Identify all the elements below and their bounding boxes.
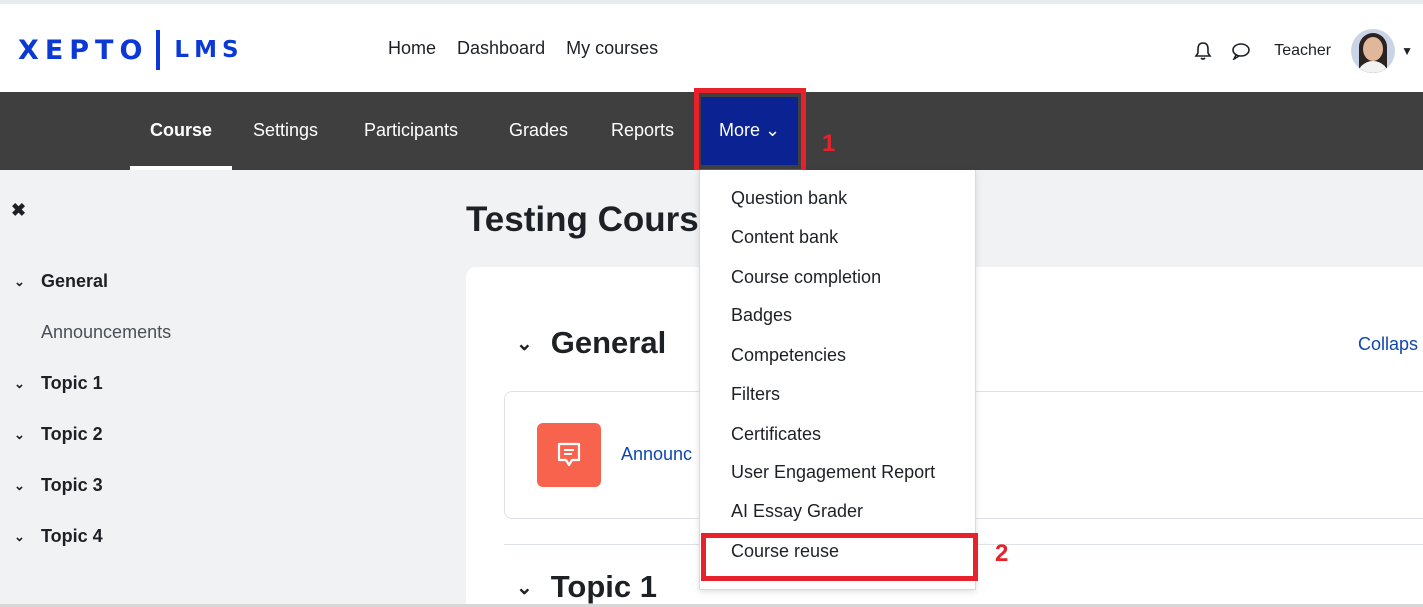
top-navbar: XEPTO LMS Home Dashboard My courses Teac… bbox=[0, 0, 1423, 92]
chevron-down-icon: ⌄ bbox=[14, 375, 25, 391]
drawer-section-topic-4[interactable]: ⌄ Topic 4 bbox=[14, 526, 103, 547]
site-logo[interactable]: XEPTO LMS bbox=[18, 30, 244, 70]
more-dropdown-menu: Question bank Content bank Course comple… bbox=[699, 170, 976, 590]
menu-item-badges[interactable]: Badges bbox=[731, 305, 792, 326]
primary-navigation: Home Dashboard My courses bbox=[388, 38, 658, 59]
highlight-box-step-1 bbox=[694, 88, 806, 174]
menu-item-ai-essay-grader[interactable]: AI Essay Grader bbox=[731, 501, 863, 522]
menu-item-certificates[interactable]: Certificates bbox=[731, 424, 821, 445]
tab-settings[interactable]: Settings bbox=[253, 120, 318, 141]
tab-course[interactable]: Course bbox=[150, 120, 212, 141]
collapse-all-link[interactable]: Collaps bbox=[1358, 334, 1418, 355]
step-number-1: 1 bbox=[822, 130, 836, 157]
logo-product-text: LMS bbox=[174, 37, 244, 63]
avatar[interactable] bbox=[1351, 29, 1396, 73]
section-general-header[interactable]: ⌄ General bbox=[516, 325, 666, 361]
user-controls: Teacher ▼ bbox=[1188, 29, 1413, 73]
course-index-drawer: ✖ ⌄ General Announcements ⌄ Topic 1 ⌄ To… bbox=[0, 170, 354, 607]
chevron-down-icon: ⌄ bbox=[516, 332, 533, 355]
forum-icon bbox=[537, 423, 601, 487]
drawer-section-topic-1[interactable]: ⌄ Topic 1 bbox=[14, 373, 103, 394]
tab-participants[interactable]: Participants bbox=[364, 120, 458, 141]
bell-icon[interactable] bbox=[1188, 36, 1218, 66]
chevron-down-icon: ⌄ bbox=[14, 273, 25, 289]
highlight-box-step-2 bbox=[701, 533, 978, 581]
nav-dashboard-link[interactable]: Dashboard bbox=[457, 38, 545, 59]
menu-item-competencies[interactable]: Competencies bbox=[731, 345, 846, 366]
drawer-section-topic-2[interactable]: ⌄ Topic 2 bbox=[14, 424, 103, 445]
nav-home-link[interactable]: Home bbox=[388, 38, 436, 59]
drawer-section-topic-3[interactable]: ⌄ Topic 3 bbox=[14, 475, 103, 496]
chevron-down-icon: ⌄ bbox=[14, 426, 25, 442]
drawer-item-announcements[interactable]: Announcements bbox=[41, 322, 171, 343]
tab-grades[interactable]: Grades bbox=[509, 120, 568, 141]
menu-item-question-bank[interactable]: Question bank bbox=[731, 188, 847, 209]
menu-item-content-bank[interactable]: Content bank bbox=[731, 227, 838, 248]
close-icon[interactable]: ✖ bbox=[11, 200, 26, 221]
chevron-down-icon: ⌄ bbox=[14, 477, 25, 493]
chevron-down-icon: ⌄ bbox=[516, 576, 533, 599]
menu-item-filters[interactable]: Filters bbox=[731, 384, 780, 405]
logo-divider bbox=[156, 30, 161, 70]
user-name[interactable]: Teacher bbox=[1274, 42, 1331, 60]
page-title: Testing Cours bbox=[466, 200, 699, 239]
chevron-down-icon[interactable]: ▼ bbox=[1401, 44, 1413, 58]
chevron-down-icon: ⌄ bbox=[14, 528, 25, 544]
nav-my-courses-link[interactable]: My courses bbox=[566, 38, 658, 59]
menu-item-course-completion[interactable]: Course completion bbox=[731, 267, 881, 288]
tab-reports[interactable]: Reports bbox=[611, 120, 674, 141]
section-topic-1-header[interactable]: ⌄ Topic 1 bbox=[516, 569, 657, 605]
activity-announcements-link[interactable]: Announc bbox=[621, 444, 692, 465]
logo-brand-text: XEPTO bbox=[18, 34, 149, 66]
menu-item-user-engagement-report[interactable]: User Engagement Report bbox=[731, 462, 935, 483]
drawer-section-general[interactable]: ⌄ General bbox=[14, 271, 108, 292]
step-number-2: 2 bbox=[995, 540, 1009, 567]
chat-icon[interactable] bbox=[1226, 36, 1256, 66]
